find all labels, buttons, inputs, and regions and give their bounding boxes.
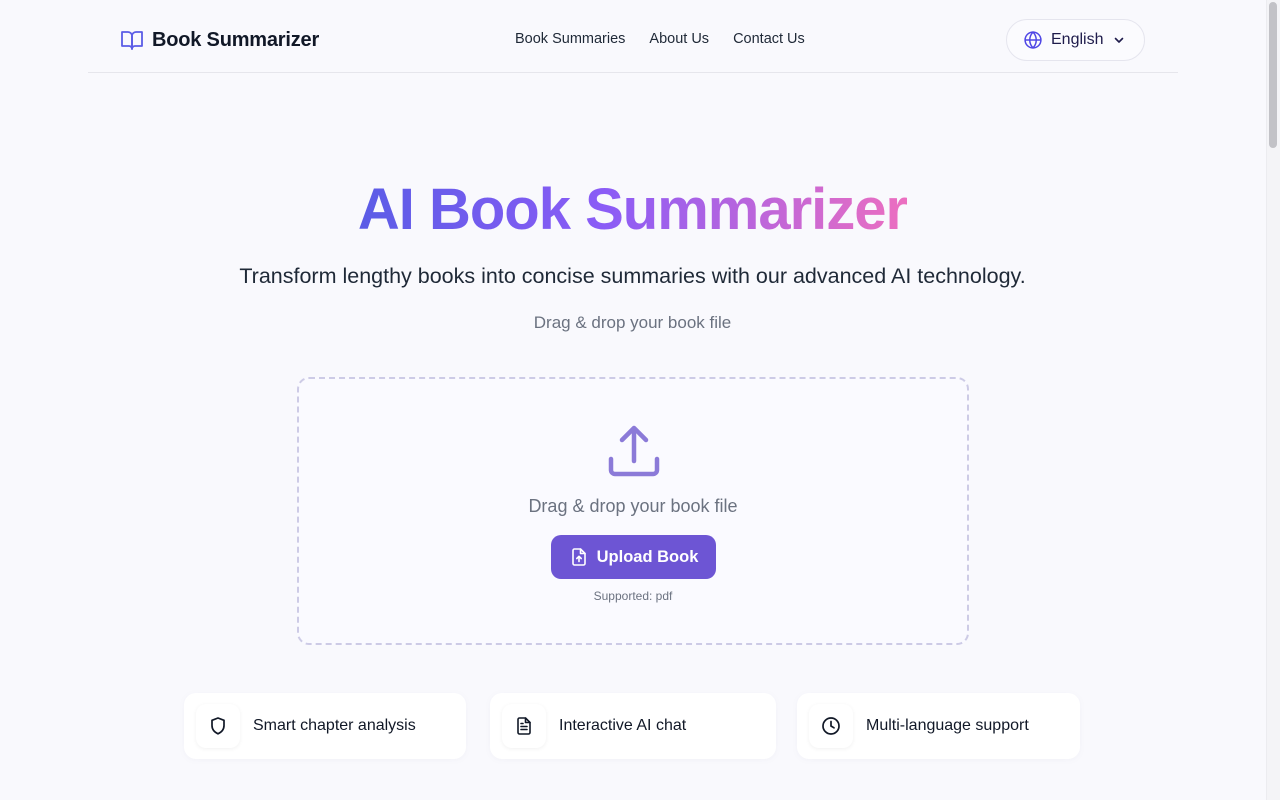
open-book-icon <box>121 31 143 50</box>
nav-about-us[interactable]: About Us <box>649 31 709 47</box>
scrollbar-thumb[interactable] <box>1269 2 1277 148</box>
hero-hint: Drag & drop your book file <box>533 313 732 332</box>
feature-label: Smart chapter analysis <box>253 717 416 734</box>
upload-icon <box>608 425 660 477</box>
feature-icon-box <box>502 704 546 748</box>
hero-subtitle: Transform lengthy books into concise sum… <box>239 264 1026 288</box>
upload-book-button[interactable]: Upload Book <box>551 535 716 579</box>
feature-label: Multi-language support <box>866 717 1029 734</box>
feature-icon-box <box>809 704 853 748</box>
file-dropzone[interactable]: Drag & drop your book file Upload Book S… <box>297 377 969 645</box>
feature-card-ai-chat: Interactive AI chat <box>490 693 776 759</box>
feature-icon-box <box>196 704 240 748</box>
main-nav: Book Summaries About Us Contact Us <box>515 31 805 47</box>
feature-card-chapter-analysis: Smart chapter analysis <box>184 693 466 759</box>
scrollbar-track[interactable] <box>1266 0 1280 800</box>
feature-label: Interactive AI chat <box>559 717 687 734</box>
top-header: Book Summarizer Book Summaries About Us … <box>88 0 1178 73</box>
upload-book-label: Upload Book <box>596 547 699 566</box>
file-upload-icon <box>571 548 586 566</box>
page-title: AI Book Summarizer <box>0 176 1265 243</box>
clock-icon <box>822 717 840 735</box>
nav-book-summaries[interactable]: Book Summaries <box>515 31 625 47</box>
brand-name: Book Summarizer <box>152 28 320 51</box>
nav-contact-us[interactable]: Contact Us <box>733 31 805 47</box>
document-icon <box>517 717 531 735</box>
language-label: English <box>1051 31 1104 48</box>
dropzone-text: Drag & drop your book file <box>528 496 738 516</box>
supported-formats: Supported: pdf <box>593 589 673 603</box>
brand-logo[interactable]: Book Summarizer <box>120 27 319 53</box>
globe-icon <box>1024 31 1042 49</box>
feature-card-multi-language: Multi-language support <box>797 693 1080 759</box>
chevron-down-icon <box>1115 37 1124 43</box>
page-title-text: AI Book Summarizer <box>357 177 908 242</box>
shield-icon <box>211 717 225 735</box>
language-selector[interactable]: English <box>1006 19 1145 61</box>
